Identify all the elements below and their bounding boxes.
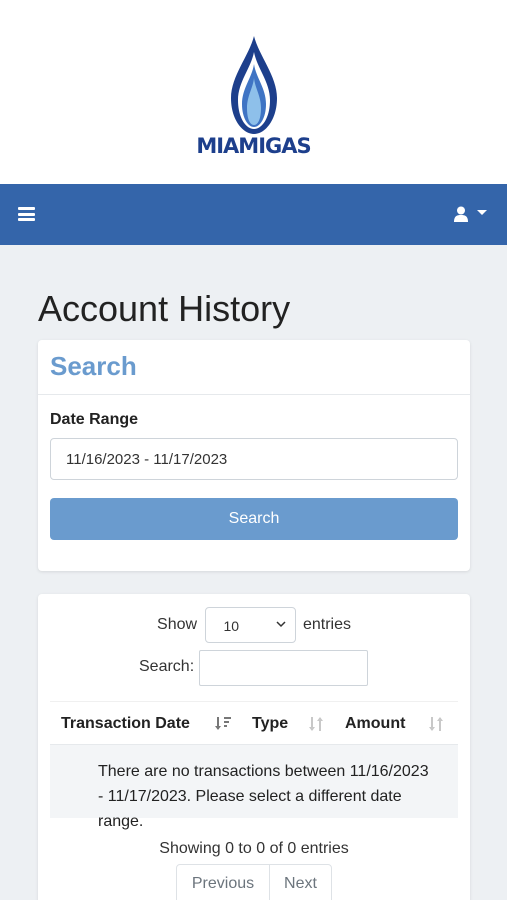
transactions-table: Transaction Date Type Amount There are n… <box>50 701 458 830</box>
transactions-card: Show 10 entries Search: Transaction Date… <box>38 594 470 900</box>
entries-label: entries <box>302 616 351 633</box>
flame-logo-icon <box>231 36 277 134</box>
search-card: Search Date Range Search <box>38 340 470 571</box>
table-search-label: Search: <box>139 658 195 675</box>
sort-both-icon[interactable] <box>307 714 325 734</box>
empty-table-message: There are no transactions between 11/16/… <box>50 745 458 830</box>
caret-down-icon <box>477 210 487 215</box>
chevron-down-icon <box>275 621 286 628</box>
hamburger-icon-bar <box>18 207 35 210</box>
previous-page-button[interactable]: Previous <box>177 865 269 900</box>
column-header-type[interactable]: Type <box>252 715 288 733</box>
table-header-row: Transaction Date Type Amount <box>50 701 458 745</box>
entries-length-control: Show 10 entries <box>38 607 470 643</box>
date-range-label: Date Range <box>50 411 139 428</box>
hamburger-icon-bar <box>18 212 35 216</box>
next-page-button[interactable]: Next <box>269 865 331 900</box>
user-menu-button[interactable] <box>452 204 492 226</box>
user-icon <box>454 206 487 222</box>
hamburger-menu-button[interactable] <box>18 207 35 221</box>
search-button[interactable]: Search <box>50 498 458 540</box>
sort-descending-icon[interactable] <box>214 714 232 734</box>
column-header-amount[interactable]: Amount <box>345 715 405 733</box>
logo-header: MIAMIGAS <box>0 0 507 184</box>
date-range-input[interactable] <box>50 438 458 480</box>
brand-wordmark: MIAMIGAS <box>196 134 311 158</box>
page-title: Account History <box>38 288 291 329</box>
entries-select[interactable]: 10 <box>204 607 296 643</box>
pagination: Previous Next <box>176 864 332 900</box>
search-card-title: Search <box>38 340 470 395</box>
table-search-input[interactable] <box>199 650 368 686</box>
sort-both-icon[interactable] <box>427 714 445 734</box>
table-info: Showing 0 to 0 of 0 entries <box>159 840 349 857</box>
column-header-transaction-date[interactable]: Transaction Date <box>61 715 190 733</box>
show-label: Show <box>157 616 198 633</box>
top-navbar <box>0 184 507 245</box>
hamburger-icon-bar <box>18 218 35 221</box>
entries-select-value: 10 <box>223 618 240 634</box>
